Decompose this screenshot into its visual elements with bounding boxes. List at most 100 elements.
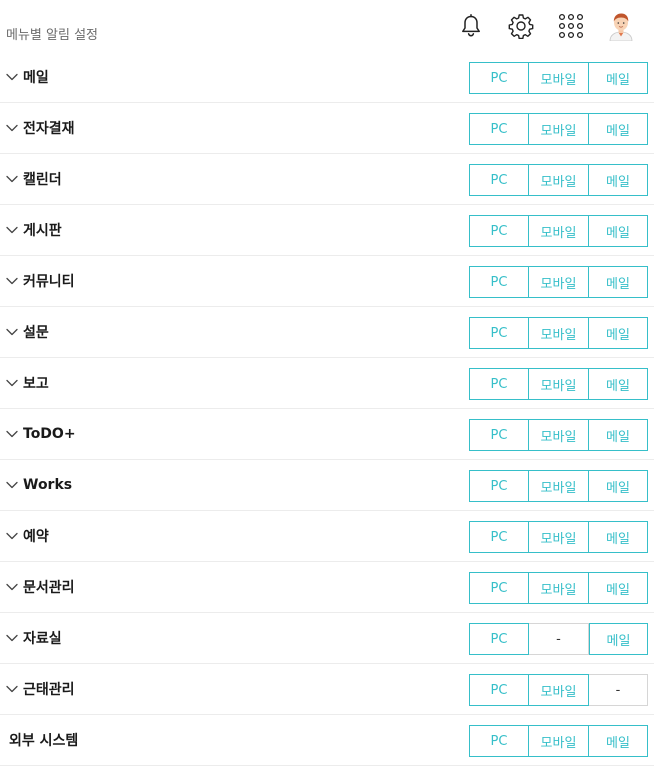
header: 메뉴별 알림 설정: [0, 0, 658, 52]
menu-row-toggle[interactable]: 캘린더: [6, 154, 62, 204]
mail-toggle-button[interactable]: 메일: [589, 62, 648, 94]
channel-toggle-group: PC 모바일 메일: [469, 164, 648, 196]
mobile-toggle-button[interactable]: 모바일: [529, 62, 589, 94]
menu-row-toggle[interactable]: 커뮤니티: [6, 256, 75, 306]
chevron-down-icon[interactable]: [6, 71, 18, 83]
pc-toggle-button[interactable]: PC: [469, 368, 529, 400]
chevron-down-icon[interactable]: [6, 326, 18, 338]
menu-row: 설문 PC 모바일 메일: [0, 307, 654, 358]
mobile-toggle-button[interactable]: 모바일: [529, 470, 589, 502]
bell-icon[interactable]: [446, 9, 496, 43]
menu-row: Works PC 모바일 메일: [0, 460, 654, 511]
pc-toggle-button[interactable]: PC: [469, 113, 529, 145]
menu-row-label: 게시판: [23, 223, 62, 239]
chevron-down-icon[interactable]: [6, 224, 18, 236]
mail-toggle-button[interactable]: 메일: [589, 368, 648, 400]
mobile-toggle-button[interactable]: 모바일: [529, 572, 589, 604]
menu-row: 게시판 PC 모바일 메일: [0, 205, 654, 256]
pc-toggle-button[interactable]: PC: [469, 419, 529, 451]
notification-menu-list: 메일 PC 모바일 메일 전자결재 PC 모바일 메일 캘린더 PC 모바일 메일 게시판 PC 모바일 메일…: [0, 52, 658, 766]
menu-row-toggle[interactable]: ToDO+: [6, 409, 76, 459]
chevron-down-icon[interactable]: [6, 275, 18, 287]
mobile-toggle-button[interactable]: 모바일: [529, 368, 589, 400]
mobile-toggle-button[interactable]: 모바일: [529, 113, 589, 145]
chevron-down-icon[interactable]: [6, 581, 18, 593]
chevron-down-icon[interactable]: [6, 530, 18, 542]
mail-toggle-button[interactable]: 메일: [589, 113, 648, 145]
menu-row-toggle[interactable]: 예약: [6, 511, 49, 561]
menu-row-toggle[interactable]: 보고: [6, 358, 49, 408]
mobile-toggle-button[interactable]: 모바일: [529, 164, 589, 196]
mobile-toggle-button[interactable]: 모바일: [529, 674, 589, 706]
mail-toggle-button[interactable]: 메일: [589, 521, 648, 553]
menu-row-toggle[interactable]: 근태관리: [6, 664, 75, 714]
mail-toggle-button[interactable]: 메일: [589, 266, 648, 298]
menu-row-toggle[interactable]: 문서관리: [6, 562, 75, 612]
chevron-down-icon[interactable]: [6, 377, 18, 389]
menu-row-toggle[interactable]: 메일: [6, 52, 49, 102]
menu-row-toggle[interactable]: 설문: [6, 307, 49, 357]
mail-toggle-button[interactable]: 메일: [589, 317, 648, 349]
chevron-down-icon[interactable]: [6, 428, 18, 440]
menu-row: 전자결재 PC 모바일 메일: [0, 103, 654, 154]
channel-toggle-group: PC - 메일: [469, 623, 648, 655]
pc-toggle-button[interactable]: PC: [469, 521, 529, 553]
menu-row: 메일 PC 모바일 메일: [0, 52, 654, 103]
mail-toggle-button[interactable]: 메일: [589, 215, 648, 247]
mail-toggle-button[interactable]: 메일: [589, 470, 648, 502]
chevron-down-icon[interactable]: [6, 632, 18, 644]
menu-row-toggle[interactable]: 게시판: [6, 205, 62, 255]
mobile-toggle-button[interactable]: 모바일: [529, 419, 589, 451]
menu-row: 문서관리 PC 모바일 메일: [0, 562, 654, 613]
pc-toggle-button[interactable]: PC: [469, 317, 529, 349]
mobile-toggle-button[interactable]: 모바일: [529, 725, 589, 757]
chevron-down-icon[interactable]: [6, 122, 18, 134]
channel-unavailable: -: [529, 623, 589, 655]
mail-toggle-button[interactable]: 메일: [589, 419, 648, 451]
menu-row: ToDO+ PC 모바일 메일: [0, 409, 654, 460]
channel-toggle-group: PC 모바일 메일: [469, 368, 648, 400]
menu-row-toggle[interactable]: Works: [6, 460, 72, 510]
mobile-toggle-button[interactable]: 모바일: [529, 521, 589, 553]
menu-row-toggle[interactable]: 전자결재: [6, 103, 75, 153]
pc-toggle-button[interactable]: PC: [469, 623, 529, 655]
apps-grid-icon[interactable]: [546, 9, 596, 43]
menu-row-label: 커뮤니티: [23, 274, 75, 290]
channel-toggle-group: PC 모바일 메일: [469, 215, 648, 247]
mobile-toggle-button[interactable]: 모바일: [529, 317, 589, 349]
pc-toggle-button[interactable]: PC: [469, 674, 529, 706]
channel-toggle-group: PC 모바일 메일: [469, 62, 648, 94]
menu-row: 외부 시스템 PC 모바일 메일: [0, 715, 654, 766]
channel-unavailable: -: [589, 674, 648, 706]
menu-row: 자료실 PC - 메일: [0, 613, 654, 664]
mail-toggle-button[interactable]: 메일: [589, 725, 648, 757]
avatar[interactable]: [596, 9, 646, 43]
pc-toggle-button[interactable]: PC: [469, 266, 529, 298]
pc-toggle-button[interactable]: PC: [469, 470, 529, 502]
mail-toggle-button[interactable]: 메일: [589, 623, 648, 655]
menu-row-label: ToDO+: [23, 426, 76, 442]
mobile-toggle-button[interactable]: 모바일: [529, 215, 589, 247]
menu-row: 근태관리 PC 모바일 -: [0, 664, 654, 715]
chevron-down-icon[interactable]: [6, 683, 18, 695]
pc-toggle-button[interactable]: PC: [469, 572, 529, 604]
pc-toggle-button[interactable]: PC: [469, 62, 529, 94]
channel-toggle-group: PC 모바일 메일: [469, 113, 648, 145]
menu-row-toggle[interactable]: 자료실: [6, 613, 62, 663]
chevron-down-icon[interactable]: [6, 479, 18, 491]
mobile-toggle-button[interactable]: 모바일: [529, 266, 589, 298]
gear-icon[interactable]: [496, 9, 546, 43]
mail-toggle-button[interactable]: 메일: [589, 164, 648, 196]
menu-row-toggle: 외부 시스템: [9, 715, 78, 765]
menu-row-label: 메일: [23, 70, 49, 86]
channel-toggle-group: PC 모바일 메일: [469, 317, 648, 349]
pc-toggle-button[interactable]: PC: [469, 215, 529, 247]
channel-toggle-group: PC 모바일 메일: [469, 419, 648, 451]
menu-row-label: 설문: [23, 325, 49, 341]
menu-row-label: 전자결재: [23, 121, 75, 137]
menu-row: 예약 PC 모바일 메일: [0, 511, 654, 562]
pc-toggle-button[interactable]: PC: [469, 164, 529, 196]
chevron-down-icon[interactable]: [6, 173, 18, 185]
mail-toggle-button[interactable]: 메일: [589, 572, 648, 604]
pc-toggle-button[interactable]: PC: [469, 725, 529, 757]
